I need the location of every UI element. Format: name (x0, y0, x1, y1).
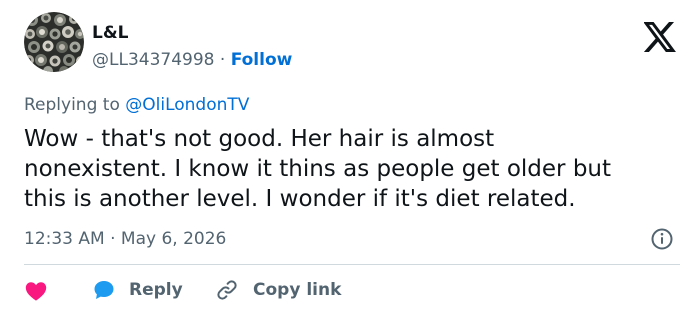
avatar[interactable] (24, 12, 84, 72)
author-name[interactable]: L&L (92, 22, 129, 44)
tweet-text: Wow - that's not good. Her hair is almos… (24, 126, 612, 212)
replying-to: Replying to @OliLondonTV (24, 94, 249, 116)
handle-line: @LL34374998 · Follow (92, 49, 292, 71)
replying-prefix: Replying to (24, 95, 120, 115)
reply-button[interactable]: Reply (92, 277, 183, 303)
author-handle[interactable]: @LL34374998 (92, 50, 214, 70)
avatar-image (24, 12, 84, 72)
divider (24, 264, 680, 265)
copy-link-button[interactable]: Copy link (215, 277, 341, 303)
heart-icon[interactable] (24, 279, 48, 303)
x-logo-icon[interactable] (643, 22, 677, 52)
follow-button[interactable]: Follow (231, 50, 293, 70)
info-icon[interactable] (650, 227, 674, 251)
link-icon (215, 278, 239, 302)
reply-label: Reply (129, 280, 183, 300)
tweet-timestamp[interactable]: 12:33 AM · May 6, 2026 (24, 228, 226, 250)
copy-link-label: Copy link (253, 280, 342, 300)
speech-bubble-icon (92, 278, 116, 302)
reply-target-link[interactable]: @OliLondonTV (125, 95, 249, 115)
handle-separator: · (219, 50, 226, 70)
